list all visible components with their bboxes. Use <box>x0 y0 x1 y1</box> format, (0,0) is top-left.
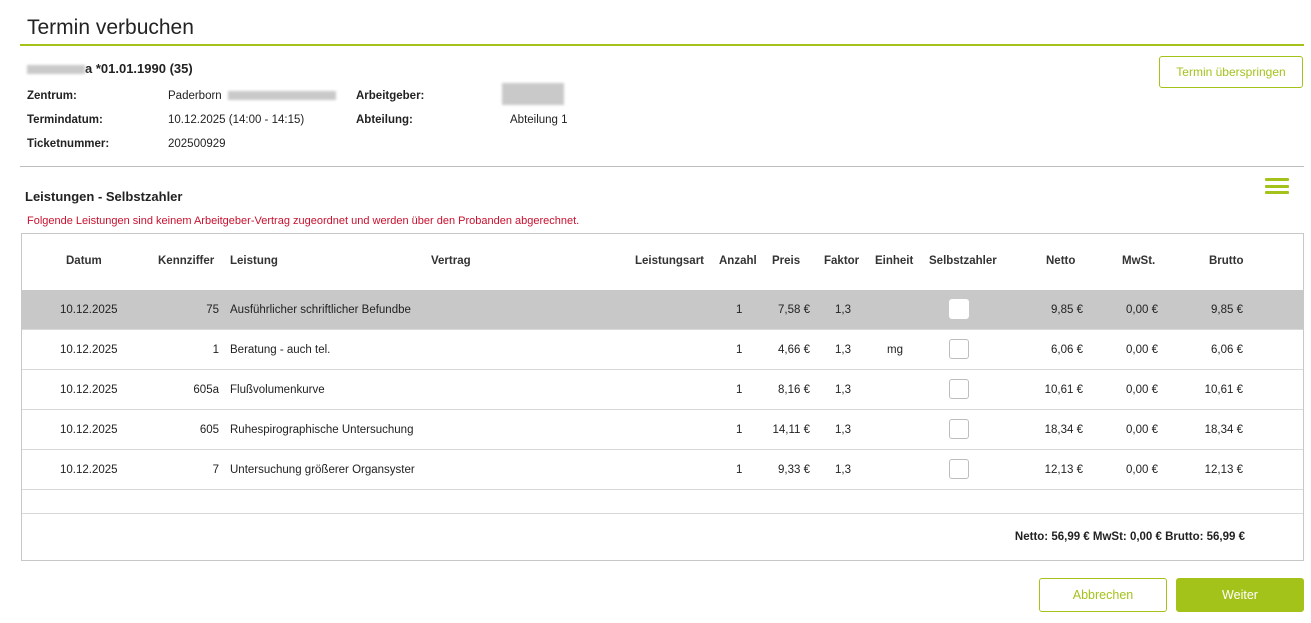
selbstzahler-checkbox[interactable] <box>949 339 969 359</box>
cell-datum: 10.12.2025 <box>60 384 118 396</box>
redacted-arbeitgeber <box>502 83 564 105</box>
cell-netto: 6,06 € <box>1051 344 1083 356</box>
column-header-anzahl[interactable]: Anzahl <box>719 255 757 267</box>
cell-mwst: 0,00 € <box>1126 344 1158 356</box>
column-header-vertrag[interactable]: Vertrag <box>431 255 471 267</box>
cell-preis: 4,66 € <box>778 344 810 356</box>
cell-datum: 10.12.2025 <box>60 344 118 356</box>
cell-kennziffer: 7 <box>212 464 219 476</box>
cell-leistung: Untersuchung größerer Organsyster <box>230 464 415 476</box>
cell-faktor: 1,3 <box>835 344 851 356</box>
cell-anzahl: 1 <box>736 424 743 436</box>
cell-preis: 14,11 € <box>772 424 810 436</box>
services-table: Datum Kennziffer Leistung Vertrag Leistu… <box>21 233 1304 561</box>
column-header-preis[interactable]: Preis <box>772 255 800 267</box>
cell-mwst: 0,00 € <box>1126 304 1158 316</box>
cell-faktor: 1,3 <box>835 464 851 476</box>
column-header-einheit[interactable]: Einheit <box>875 255 913 267</box>
cell-brutto: 10,61 € <box>1204 384 1243 396</box>
zentrum-value: Paderborn <box>168 90 336 102</box>
cell-faktor: 1,3 <box>835 384 851 396</box>
selbstzahler-checkbox[interactable] <box>949 379 969 399</box>
column-header-leistung[interactable]: Leistung <box>230 255 278 267</box>
arbeitgeber-value <box>502 83 564 105</box>
column-header-datum[interactable]: Datum <box>66 255 102 267</box>
title-divider <box>20 44 1304 46</box>
cell-kennziffer: 605a <box>193 384 219 396</box>
cell-faktor: 1,3 <box>835 304 851 316</box>
selbstzahler-checkbox[interactable] <box>949 459 969 479</box>
cell-datum: 10.12.2025 <box>60 464 118 476</box>
column-header-leistungsart[interactable]: Leistungsart <box>635 255 704 267</box>
cell-anzahl: 1 <box>736 304 743 316</box>
selbstzahler-notice: Folgende Leistungen sind keinem Arbeitge… <box>27 215 580 227</box>
table-row[interactable]: 10.12.2025 605 Ruhespirographische Unter… <box>22 410 1303 450</box>
section-title: Leistungen - Selbstzahler <box>25 189 183 204</box>
cell-faktor: 1,3 <box>835 424 851 436</box>
cell-datum: 10.12.2025 <box>60 424 118 436</box>
table-row[interactable]: 10.12.2025 1 Beratung - auch tel. 1 4,66… <box>22 330 1303 370</box>
table-row[interactable]: 10.12.2025 605a Flußvolumenkurve 1 8,16 … <box>22 370 1303 410</box>
cell-anzahl: 1 <box>736 344 743 356</box>
cell-kennziffer: 1 <box>212 344 219 356</box>
empty-table-row <box>22 490 1303 514</box>
table-row[interactable]: 10.12.2025 75 Ausführlicher schriftliche… <box>22 290 1303 330</box>
table-totals: Netto: 56,99 € MwSt: 0,00 € Brutto: 56,9… <box>1014 531 1245 543</box>
cell-leistung: Ausführlicher schriftlicher Befundbe <box>230 304 411 316</box>
skip-appointment-button[interactable]: Termin überspringen <box>1159 56 1303 88</box>
cell-netto: 18,34 € <box>1044 424 1083 436</box>
page-title: Termin verbuchen <box>27 16 194 39</box>
termindatum-value: 10.12.2025 (14:00 - 14:15) <box>168 114 305 126</box>
column-header-selbstzahler[interactable]: Selbstzahler <box>929 255 997 267</box>
table-header: Datum Kennziffer Leistung Vertrag Leistu… <box>22 234 1303 290</box>
cell-einheit: mg <box>887 344 903 356</box>
patient-header: a *01.01.1990 (35) <box>27 61 193 76</box>
ticketnummer-label: Ticketnummer: <box>27 138 110 150</box>
arbeitgeber-label: Arbeitgeber: <box>356 90 425 102</box>
cell-leistung: Flußvolumenkurve <box>230 384 325 396</box>
column-header-mwst[interactable]: MwSt. <box>1122 255 1155 267</box>
column-header-faktor[interactable]: Faktor <box>824 255 859 267</box>
cell-netto: 10,61 € <box>1044 384 1083 396</box>
next-button[interactable]: Weiter <box>1176 578 1304 612</box>
cancel-button[interactable]: Abbrechen <box>1039 578 1167 612</box>
selbstzahler-checkbox[interactable] <box>949 299 969 319</box>
cell-preis: 8,16 € <box>778 384 810 396</box>
abteilung-label: Abteilung: <box>356 114 413 126</box>
column-header-netto[interactable]: Netto <box>1046 255 1075 267</box>
cell-leistung: Ruhespirographische Untersuchung <box>230 424 414 436</box>
cell-netto: 12,13 € <box>1044 464 1083 476</box>
cell-mwst: 0,00 € <box>1126 464 1158 476</box>
hamburger-menu-icon[interactable] <box>1265 178 1289 194</box>
cell-netto: 9,85 € <box>1051 304 1083 316</box>
patient-name-suffix: a *01.01.1990 (35) <box>85 61 193 76</box>
column-header-brutto[interactable]: Brutto <box>1209 255 1244 267</box>
cell-brutto: 12,13 € <box>1204 464 1243 476</box>
cell-mwst: 0,00 € <box>1126 384 1158 396</box>
cell-brutto: 9,85 € <box>1211 304 1243 316</box>
redacted-zentrum-detail <box>227 91 336 101</box>
termindatum-label: Termindatum: <box>27 114 103 126</box>
selbstzahler-checkbox[interactable] <box>949 419 969 439</box>
cell-leistung: Beratung - auch tel. <box>230 344 331 356</box>
cell-kennziffer: 75 <box>206 304 219 316</box>
cell-kennziffer: 605 <box>199 424 219 436</box>
cell-anzahl: 1 <box>736 464 743 476</box>
cell-brutto: 6,06 € <box>1211 344 1243 356</box>
zentrum-value-text: Paderborn <box>168 90 222 102</box>
ticketnummer-value: 202500929 <box>168 138 226 150</box>
cell-anzahl: 1 <box>736 384 743 396</box>
zentrum-label: Zentrum: <box>27 90 77 102</box>
cell-preis: 7,58 € <box>778 304 810 316</box>
section-divider <box>20 166 1304 167</box>
redacted-patient-name <box>27 65 85 75</box>
cell-brutto: 18,34 € <box>1204 424 1243 436</box>
cell-preis: 9,33 € <box>778 464 810 476</box>
table-row[interactable]: 10.12.2025 7 Untersuchung größerer Organ… <box>22 450 1303 490</box>
cell-mwst: 0,00 € <box>1126 424 1158 436</box>
cell-datum: 10.12.2025 <box>60 304 118 316</box>
abteilung-value: Abteilung 1 <box>510 114 568 126</box>
column-header-kennziffer[interactable]: Kennziffer <box>158 255 214 267</box>
